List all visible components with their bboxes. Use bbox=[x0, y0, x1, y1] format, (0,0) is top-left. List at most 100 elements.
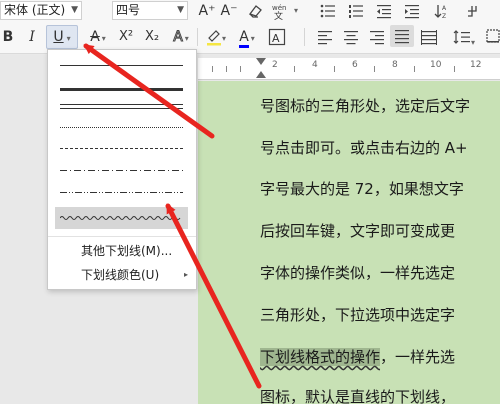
dashed-line-icon bbox=[60, 148, 183, 149]
text-line: 下划线格式的操作，一样先选 bbox=[260, 346, 455, 367]
underline-option-dashed[interactable] bbox=[55, 139, 188, 159]
font-name-combo[interactable]: 宋体 (正文) ▼ bbox=[0, 1, 82, 20]
strikethrough-button[interactable]: A ▾ bbox=[84, 26, 112, 48]
subscript-button[interactable]: X₂ bbox=[140, 26, 164, 48]
selected-text[interactable]: 下划线格式的操作 bbox=[260, 348, 381, 366]
align-left-button[interactable] bbox=[314, 26, 336, 48]
numbered-list-button[interactable] bbox=[345, 0, 367, 22]
char-border-button[interactable]: A bbox=[266, 26, 288, 48]
document-page[interactable]: 号图标的三角形处，选定后文字 号点击即可。或点击右边的 A+ 字号最大的是 72… bbox=[198, 81, 500, 404]
align-center-button[interactable] bbox=[340, 26, 362, 48]
ruler-tick bbox=[334, 66, 335, 72]
more-underlines-item[interactable]: 其他下划线(M)... bbox=[48, 240, 196, 262]
subscript-icon: X₂ bbox=[144, 29, 160, 44]
thick-line-icon bbox=[60, 88, 183, 91]
underline-option-dash-dot-dot[interactable] bbox=[55, 183, 188, 203]
underline-button[interactable]: U ▾ bbox=[46, 25, 78, 49]
sort-icon: AZ bbox=[434, 5, 447, 20]
text-line: 号点击即可。或点击右边的 A+ bbox=[260, 139, 468, 157]
chevron-down-icon[interactable]: ▾ bbox=[67, 34, 71, 43]
increase-indent-icon bbox=[405, 5, 419, 19]
wavy-line-icon bbox=[60, 216, 181, 220]
highlighter-icon bbox=[206, 30, 221, 46]
superscript-icon: X² bbox=[118, 29, 134, 44]
text-effect-button[interactable]: A ▾ bbox=[168, 26, 194, 48]
chevron-down-icon[interactable]: ▾ bbox=[292, 0, 300, 22]
superscript-button[interactable]: X² bbox=[114, 26, 138, 48]
underline-option-wavy[interactable] bbox=[55, 207, 188, 229]
grow-font-icon: A⁺ bbox=[198, 3, 216, 19]
dash-dot-dot-line-icon bbox=[60, 192, 183, 193]
distribute-button[interactable] bbox=[418, 26, 440, 48]
ruler-tick bbox=[226, 66, 227, 72]
show-marks-button[interactable] bbox=[461, 0, 483, 22]
text-line: 三角形处，下拉选项中选定字 bbox=[260, 306, 456, 324]
shrink-font-icon: A⁻ bbox=[220, 3, 238, 19]
bullet-list-button[interactable] bbox=[317, 0, 339, 22]
chevron-down-icon[interactable]: ▾ bbox=[471, 38, 475, 47]
chevron-down-icon[interactable]: ▼ bbox=[177, 2, 184, 19]
shrink-font-button[interactable]: A⁻ bbox=[219, 0, 239, 22]
ruler-tick bbox=[294, 66, 295, 72]
font-name-value: 宋体 (正文) bbox=[4, 3, 66, 17]
clear-format-button[interactable] bbox=[244, 0, 266, 22]
underline-color-item[interactable]: 下划线颜色(U) ▸ bbox=[48, 264, 196, 286]
paragraph-mark-icon bbox=[468, 6, 477, 17]
text-line: 图标，默认是直线的下划线， bbox=[260, 388, 456, 404]
chevron-down-icon[interactable]: ▼ bbox=[71, 2, 78, 19]
chevron-down-icon[interactable]: ▾ bbox=[102, 34, 106, 43]
justify-button[interactable] bbox=[390, 25, 414, 47]
align-right-icon bbox=[370, 31, 384, 45]
justify-icon bbox=[395, 30, 409, 44]
numbered-list-icon bbox=[349, 5, 363, 18]
toolbar-separator bbox=[304, 28, 305, 46]
font-size-combo[interactable]: 四号 ▼ bbox=[112, 1, 188, 20]
underline-color-label: 下划线颜色(U) bbox=[81, 268, 160, 282]
chevron-down-icon[interactable]: ▾ bbox=[222, 34, 226, 43]
line-spacing-button[interactable]: ▾ bbox=[450, 26, 478, 48]
chevron-down-icon[interactable]: ▾ bbox=[185, 34, 189, 43]
first-line-indent-marker[interactable] bbox=[256, 58, 266, 65]
italic-button[interactable]: I bbox=[24, 26, 40, 48]
underline-option-double[interactable] bbox=[55, 97, 188, 117]
ruler-number: 4 bbox=[312, 60, 318, 70]
decrease-indent-button[interactable] bbox=[373, 0, 395, 22]
highlight-button[interactable]: ▾ bbox=[203, 26, 229, 48]
increase-indent-button[interactable] bbox=[401, 0, 423, 22]
underline-icon: U bbox=[53, 29, 64, 45]
ruler-number: 2 bbox=[272, 60, 278, 70]
borders-icon bbox=[486, 29, 500, 43]
bullet-list-icon bbox=[320, 4, 335, 18]
horizontal-ruler[interactable]: 2 4 6 8 10 12 bbox=[198, 58, 500, 80]
strikethrough-icon: A bbox=[90, 29, 100, 45]
borders-button[interactable] bbox=[486, 26, 500, 48]
font-color-button[interactable]: A ▾ bbox=[234, 26, 260, 48]
left-indent-marker[interactable] bbox=[256, 71, 266, 78]
text-line: 号图标的三角形处，选定后文字 bbox=[260, 97, 471, 115]
sort-button[interactable]: AZ bbox=[431, 0, 453, 22]
menu-separator bbox=[48, 236, 196, 237]
text-line: 后按回车键，文字即可变成更 bbox=[260, 222, 456, 240]
dash-dot-line-icon bbox=[60, 170, 183, 171]
pinyin-button[interactable]: wén 文 bbox=[268, 0, 292, 22]
font-color-icon: A bbox=[239, 29, 249, 48]
ruler-tick bbox=[212, 66, 213, 72]
chevron-down-icon[interactable]: ▾ bbox=[251, 34, 255, 43]
bold-button[interactable]: B bbox=[0, 26, 16, 48]
underline-option-single[interactable] bbox=[55, 56, 188, 76]
text-fragment: ，一样先选 bbox=[380, 348, 456, 366]
svg-text:文: 文 bbox=[274, 10, 283, 20]
ruler-tick bbox=[240, 66, 241, 72]
toolbar: 宋体 (正文) ▼ 四号 ▼ A⁺ A⁻ wén 文 ▾ AZ B I U ▾ A ▾… bbox=[0, 0, 500, 54]
align-right-button[interactable] bbox=[366, 26, 388, 48]
decrease-indent-icon bbox=[377, 5, 391, 19]
single-line-icon bbox=[60, 65, 183, 66]
line-spacing-icon bbox=[453, 30, 470, 44]
svg-text:Z: Z bbox=[442, 13, 446, 19]
underline-option-dash-dot[interactable] bbox=[55, 161, 188, 181]
grow-font-button[interactable]: A⁺ bbox=[197, 0, 217, 22]
underline-option-dotted[interactable] bbox=[55, 118, 188, 138]
bold-icon: B bbox=[2, 29, 14, 45]
italic-icon: I bbox=[29, 29, 35, 45]
font-size-value: 四号 bbox=[116, 3, 141, 17]
